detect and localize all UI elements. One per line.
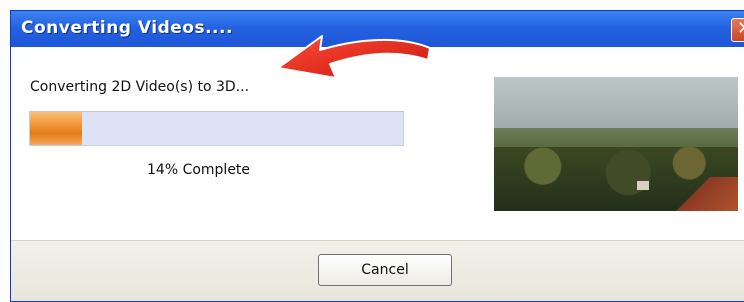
- cancel-button[interactable]: Cancel: [318, 254, 452, 286]
- progress-label: 14% Complete: [147, 162, 251, 178]
- progress-bar-fill: [30, 112, 83, 145]
- close-icon: ✕: [737, 18, 744, 39]
- dialog-title: Converting Videos....: [21, 18, 233, 38]
- preview-roof: [668, 177, 738, 211]
- progress-bar: [29, 111, 404, 146]
- close-button[interactable]: ✕: [731, 18, 744, 42]
- status-message: Converting 2D Video(s) to 3D...: [30, 79, 250, 95]
- preview-house: [637, 181, 649, 190]
- dialog-footer: Cancel: [11, 240, 744, 301]
- annotation-arrow-icon: [277, 35, 431, 79]
- video-preview-thumbnail: [494, 77, 738, 211]
- preview-sky: [494, 77, 738, 134]
